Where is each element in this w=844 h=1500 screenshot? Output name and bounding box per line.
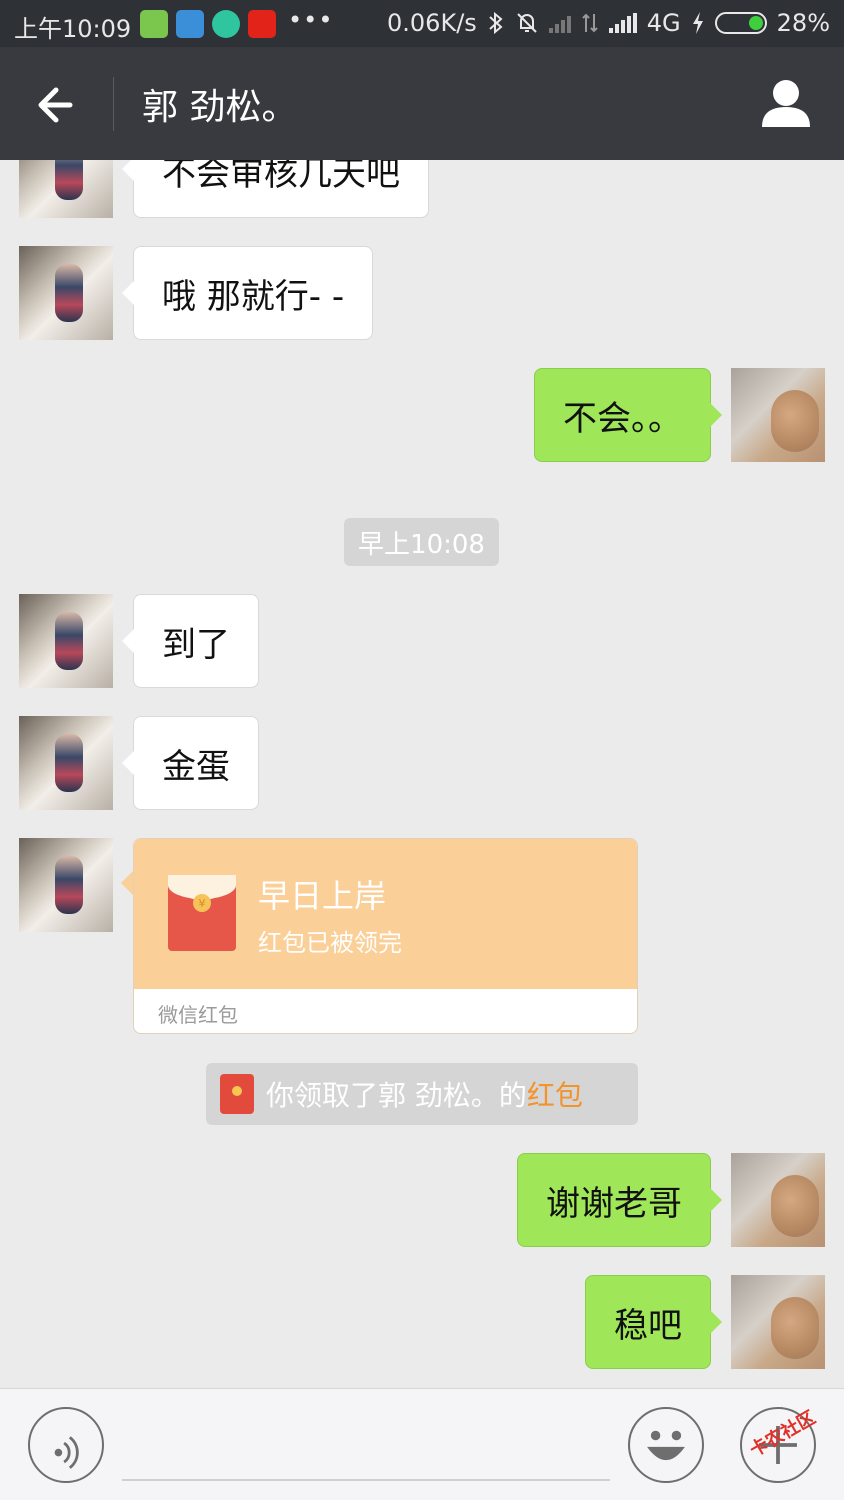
mini-red-packet-icon — [220, 1074, 254, 1114]
phone-manager-icon — [140, 10, 168, 38]
red-packet-status: 红包已被领完 — [258, 929, 402, 957]
contact-avatar[interactable] — [19, 716, 113, 810]
my-avatar[interactable] — [731, 368, 825, 462]
my-avatar[interactable] — [731, 1275, 825, 1369]
message-bubble-received[interactable]: 金蛋 — [122, 716, 259, 810]
svg-text:¥: ¥ — [199, 897, 206, 910]
jd-icon — [248, 10, 276, 38]
message-input[interactable] — [122, 1479, 610, 1481]
meituan-icon — [212, 10, 240, 38]
signal-sim1-icon — [548, 13, 571, 33]
contact-avatar[interactable] — [19, 838, 113, 932]
card-app-icon — [176, 10, 204, 38]
notice-text: 你领取了郭 劲松。的红包 — [266, 1074, 583, 1114]
message-timestamp: 早上10:08 — [344, 518, 499, 566]
red-envelope-icon: ¥ — [168, 875, 236, 951]
chat-title: 郭 劲松。 — [142, 87, 298, 128]
bluetooth-icon — [489, 11, 503, 35]
message-bubble-received[interactable]: 到了 — [122, 594, 259, 688]
notification-icons — [140, 10, 276, 38]
message-list[interactable]: 不会审核几天吧 哦 那就行- - 不会。。 早上10:08 到了 金蛋 ¥ 早日… — [0, 160, 844, 1388]
red-packet-card[interactable]: ¥ 早日上岸 红包已被领完 微信红包 — [133, 838, 638, 1034]
voice-input-icon[interactable] — [28, 1407, 104, 1483]
emoji-icon[interactable] — [628, 1407, 704, 1483]
message-bubble-sent[interactable]: 不会。。 — [534, 368, 722, 462]
contact-avatar[interactable] — [19, 594, 113, 688]
battery-icon — [714, 12, 767, 34]
back-arrow-icon[interactable] — [30, 77, 86, 133]
notice-prefix: 你领取了郭 劲松。的 — [266, 1079, 527, 1112]
status-time: 上午10:09 — [14, 15, 132, 43]
status-bar: 上午10:09 ••• 0.06K/s 4G 28% — [0, 0, 844, 47]
contact-avatar[interactable] — [19, 160, 113, 218]
status-right: 0.06K/s 4G 28% — [387, 9, 830, 37]
signal-sim2-icon — [608, 13, 637, 33]
red-packet-title: 早日上岸 — [258, 877, 387, 915]
chat-header: 郭 劲松。 — [0, 47, 844, 160]
charging-icon — [692, 12, 703, 34]
network-type: 4G — [646, 9, 681, 37]
red-packet-pointer — [121, 871, 133, 895]
my-avatar[interactable] — [731, 1153, 825, 1247]
battery-percent: 28% — [776, 9, 830, 37]
contact-profile-icon[interactable] — [756, 75, 816, 131]
data-arrows-icon — [582, 13, 598, 33]
red-packet-footer: 微信红包 — [158, 1003, 238, 1027]
message-bubble-received[interactable]: 哦 那就行- - — [121, 246, 374, 340]
mute-bell-icon — [517, 13, 537, 33]
header-divider — [113, 77, 114, 131]
message-bubble-sent[interactable]: 谢谢老哥 — [517, 1153, 722, 1247]
network-speed: 0.06K/s — [387, 9, 477, 37]
contact-avatar[interactable] — [19, 246, 113, 340]
message-bubble-sent[interactable]: 稳吧 — [585, 1275, 722, 1369]
system-notice: 你领取了郭 劲松。的红包 — [206, 1063, 638, 1125]
input-bar — [0, 1388, 844, 1500]
message-bubble-received[interactable]: 不会审核几天吧 — [122, 160, 429, 218]
notice-red-packet-link[interactable]: 红包 — [527, 1079, 583, 1112]
more-notifications-icon: ••• — [288, 6, 334, 34]
